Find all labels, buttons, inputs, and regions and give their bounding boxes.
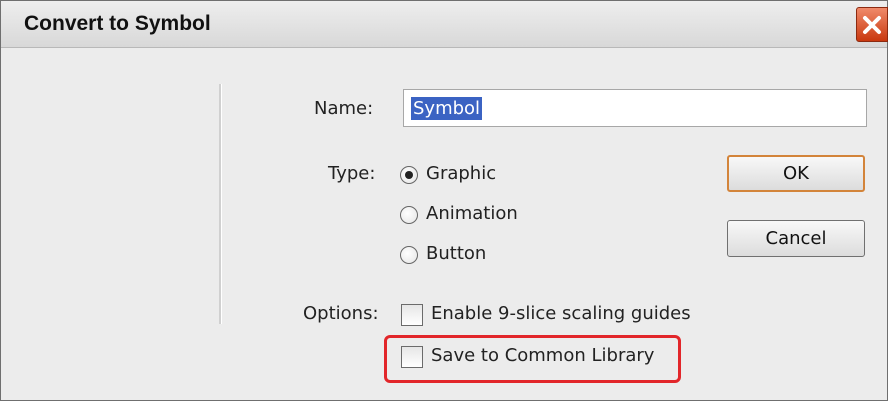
radio-animation-label[interactable]: Animation — [426, 203, 518, 224]
name-input[interactable]: Symbol — [403, 89, 867, 127]
ok-button[interactable]: OK — [727, 155, 865, 192]
radio-button-label[interactable]: Button — [426, 243, 486, 264]
radio-graphic[interactable] — [400, 166, 418, 184]
dialog-window: Convert to Symbol Name: Symbol Type: Gra… — [0, 0, 888, 401]
close-button[interactable] — [856, 7, 888, 42]
name-input-value: Symbol — [411, 97, 483, 120]
radio-button[interactable] — [400, 246, 418, 264]
checkbox-common-library-label[interactable]: Save to Common Library — [431, 345, 654, 366]
close-icon — [863, 16, 881, 34]
options-label: Options: — [303, 303, 379, 324]
type-label: Type: — [328, 163, 376, 184]
checkbox-9-slice[interactable] — [401, 304, 423, 326]
dialog-title: Convert to Symbol — [24, 12, 211, 35]
dialog-content: Name: Symbol Type: Graphic Animation But… — [1, 48, 887, 400]
radio-animation[interactable] — [400, 206, 418, 224]
divider — [219, 84, 222, 324]
name-label: Name: — [314, 98, 374, 119]
cancel-button[interactable]: Cancel — [727, 220, 865, 257]
radio-graphic-label[interactable]: Graphic — [426, 163, 496, 184]
title-bar[interactable]: Convert to Symbol — [1, 1, 888, 48]
radio-selected-dot — [405, 171, 413, 179]
checkbox-common-library[interactable] — [401, 346, 423, 368]
checkbox-9-slice-label[interactable]: Enable 9-slice scaling guides — [431, 303, 691, 324]
